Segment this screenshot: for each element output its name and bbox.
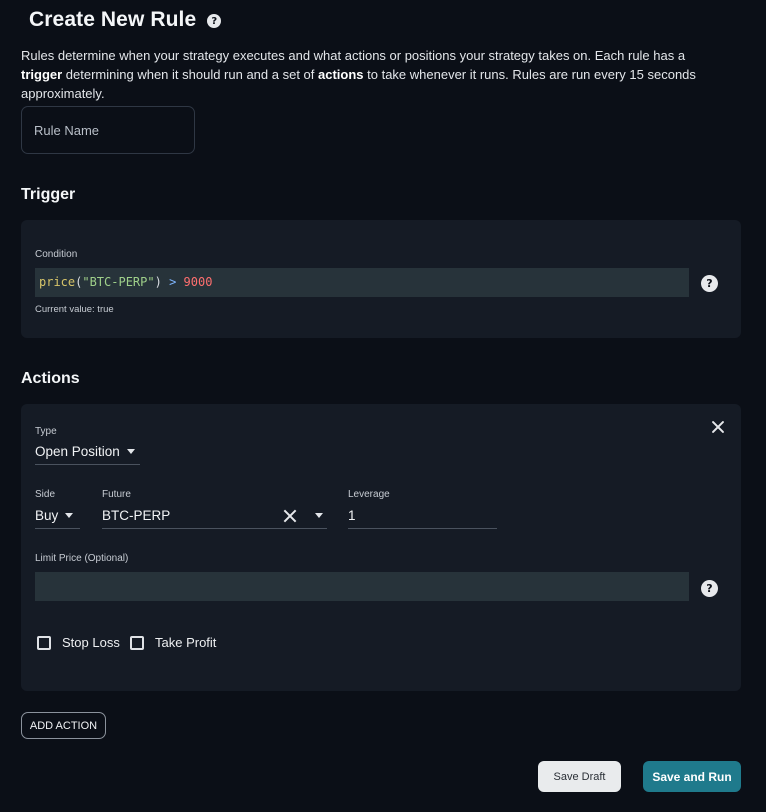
- stop-loss-checkbox[interactable]: Stop Loss: [37, 635, 120, 650]
- save-draft-button[interactable]: Save Draft: [538, 761, 621, 792]
- checkbox-icon[interactable]: [37, 635, 51, 650]
- desc-text-2: determining when it should run and a set…: [62, 67, 318, 82]
- condition-current-value: Current value: true: [35, 304, 114, 315]
- future-value: BTC-PERP: [102, 508, 171, 523]
- close-icon[interactable]: [711, 420, 725, 434]
- leverage-input[interactable]: 1: [348, 503, 497, 529]
- code-token-num: 9000: [183, 275, 213, 289]
- leverage-value: 1: [348, 508, 356, 523]
- type-select[interactable]: Open Position: [35, 439, 140, 465]
- caret-down-icon: [126, 449, 135, 454]
- take-profit-label: Take Profit: [155, 635, 217, 650]
- caret-down-icon[interactable]: [315, 513, 323, 518]
- add-action-button[interactable]: ADD ACTION: [21, 712, 106, 739]
- future-label: Future: [102, 489, 131, 500]
- stop-loss-label: Stop Loss: [62, 635, 120, 650]
- desc-bold-actions: actions: [318, 67, 364, 82]
- leverage-label: Leverage: [348, 489, 390, 500]
- limit-price-help-icon[interactable]: ?: [701, 580, 718, 597]
- type-label: Type: [35, 426, 57, 437]
- code-token-close: ): [154, 275, 162, 289]
- condition-help-icon[interactable]: ?: [701, 275, 718, 292]
- type-value: Open Position: [35, 444, 120, 459]
- trigger-heading: Trigger: [21, 186, 76, 203]
- code-token-op: >: [161, 275, 184, 289]
- condition-editor[interactable]: price("BTC-PERP") > 9000: [35, 268, 689, 297]
- action-card: Type Open Position Side Buy Future BTC-P…: [21, 404, 741, 691]
- caret-down-icon: [65, 513, 74, 518]
- trigger-panel: Condition price("BTC-PERP") > 9000 ? Cur…: [21, 220, 741, 338]
- limit-price-input[interactable]: [35, 572, 689, 601]
- take-profit-checkbox[interactable]: Take Profit: [130, 635, 216, 650]
- limit-price-label: Limit Price (Optional): [35, 553, 129, 564]
- page-header: Create New Rule ?: [29, 6, 222, 34]
- future-select[interactable]: BTC-PERP: [102, 503, 327, 529]
- save-and-run-button[interactable]: Save and Run: [643, 761, 741, 792]
- side-value: Buy: [35, 508, 59, 523]
- page-description: Rules determine when your strategy execu…: [21, 46, 721, 103]
- clear-icon[interactable]: [284, 510, 296, 522]
- rule-name-input[interactable]: [21, 106, 195, 154]
- condition-label: Condition: [35, 249, 78, 260]
- checkbox-icon[interactable]: [130, 635, 144, 650]
- code-token-arg: "BTC-PERP": [82, 275, 155, 289]
- actions-heading: Actions: [21, 370, 80, 387]
- desc-text-1: Rules determine when your strategy execu…: [21, 48, 686, 63]
- desc-bold-trigger: trigger: [21, 67, 63, 82]
- code-token-fn: price: [39, 275, 76, 289]
- side-select[interactable]: Buy: [35, 503, 80, 529]
- side-label: Side: [35, 489, 56, 500]
- help-circle-icon[interactable]: ?: [207, 14, 222, 28]
- page-title: Create New Rule: [29, 8, 197, 31]
